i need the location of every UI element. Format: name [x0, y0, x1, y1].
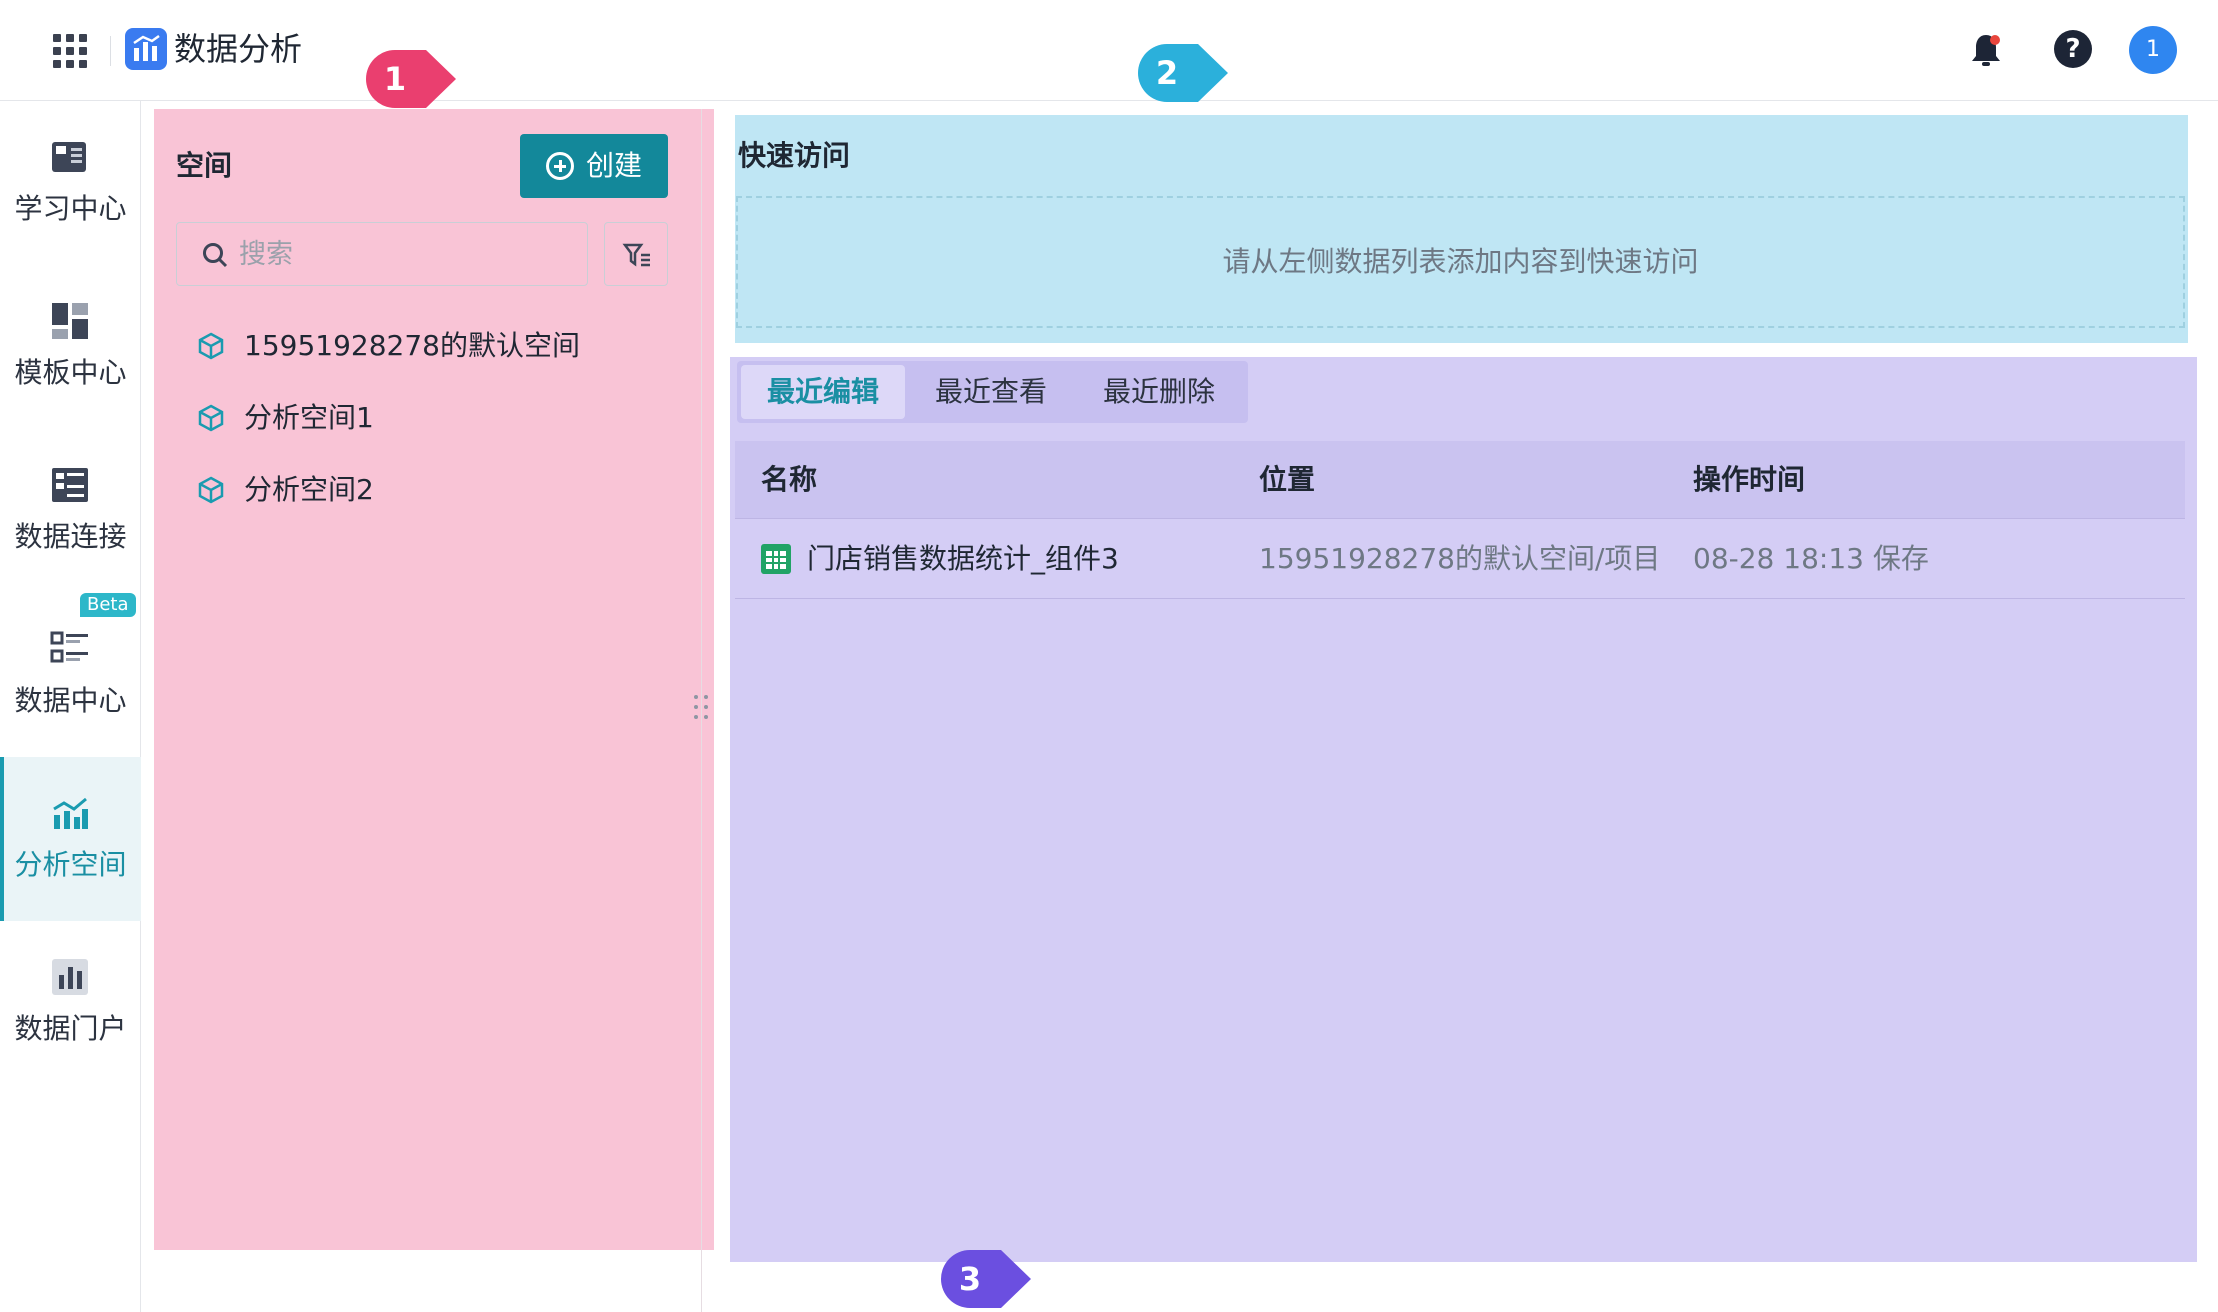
marker-2: 2 — [1138, 44, 1228, 102]
connection-icon — [52, 468, 88, 502]
analysis-space-icon — [53, 797, 88, 829]
notification-bell-icon[interactable] — [1966, 30, 2006, 70]
app-logo-icon — [125, 28, 167, 70]
plus-circle-icon — [546, 152, 574, 180]
app-grid-icon[interactable] — [53, 34, 87, 68]
app-title: 数据分析 — [174, 30, 303, 68]
filter-icon — [622, 243, 650, 267]
column-header-name[interactable]: 名称 — [761, 441, 817, 519]
marker-label: 3 — [958, 1260, 982, 1298]
portal-chart-icon — [52, 959, 88, 995]
tab-recent-delete[interactable]: 最近删除 — [1077, 365, 1241, 419]
search-box[interactable] — [176, 222, 588, 286]
table-row[interactable]: 门店销售数据统计_组件3 15951928278的默认空间/项目 08-28 1… — [735, 519, 2185, 599]
space-label: 15951928278的默认空间 — [244, 329, 580, 362]
column-header-time[interactable]: 操作时间 — [1693, 441, 1805, 519]
quick-access-empty-text: 请从左侧数据列表添加内容到快速访问 — [1222, 245, 1699, 278]
nav-label: 学习中心 — [14, 192, 127, 225]
search-icon — [203, 243, 228, 268]
nav-item-data-portal[interactable]: 数据门户 — [0, 921, 141, 1085]
cube-icon — [198, 404, 224, 432]
quick-access-title: 快速访问 — [738, 139, 851, 172]
nav-label: 模板中心 — [14, 356, 127, 389]
marker-3: 3 — [941, 1250, 1031, 1308]
nav-item-data-center[interactable]: Beta 数据中心 — [0, 593, 141, 757]
data-center-icon — [50, 631, 88, 663]
user-avatar[interactable]: 1 — [2129, 26, 2177, 74]
cell-location: 15951928278的默认空间/项目 — [1259, 542, 1661, 575]
create-button[interactable]: 创建 — [520, 134, 668, 198]
space-label: 分析空间1 — [244, 401, 374, 434]
left-nav: 学习中心 模板中心 数据连接 Beta 数据中心 分析空间 数据门户 — [0, 101, 141, 1312]
nav-label: 数据连接 — [14, 520, 127, 553]
nav-item-analysis-space[interactable]: 分析空间 — [0, 757, 141, 921]
marker-label: 2 — [1155, 54, 1179, 92]
resize-handle-icon[interactable] — [690, 692, 712, 722]
cube-icon — [198, 332, 224, 360]
spaces-title: 空间 — [176, 149, 233, 182]
space-label: 分析空间2 — [244, 473, 374, 506]
nav-label: 分析空间 — [14, 848, 127, 881]
filter-button[interactable] — [604, 222, 668, 286]
column-header-location[interactable]: 位置 — [1259, 441, 1315, 519]
spreadsheet-icon — [761, 544, 791, 574]
top-header: 数据分析 ? 1 — [0, 0, 2218, 101]
app-window: 数据分析 ? 1 学习中心 模板中心 数据连接 Beta 数据中心 分析空间 数… — [0, 0, 2218, 1312]
marker-1: 1 — [366, 50, 456, 108]
book-icon — [52, 142, 86, 172]
help-icon[interactable]: ? — [2054, 30, 2092, 68]
tab-recent-edit[interactable]: 最近编辑 — [741, 365, 905, 419]
cell-name[interactable]: 门店销售数据统计_组件3 — [807, 519, 1119, 599]
nav-item-template-center[interactable]: 模板中心 — [0, 265, 141, 429]
beta-badge: Beta — [80, 593, 136, 617]
header-divider — [110, 36, 111, 66]
nav-item-learning-center[interactable]: 学习中心 — [0, 101, 141, 265]
cell-time: 08-28 18:13 保存 — [1693, 542, 1929, 575]
table-header: 名称 位置 操作时间 — [735, 441, 2185, 519]
cube-icon — [198, 476, 224, 504]
nav-label: 数据门户 — [14, 1012, 127, 1045]
tab-recent-view[interactable]: 最近查看 — [909, 365, 1073, 419]
template-icon — [52, 303, 88, 339]
nav-label: 数据中心 — [14, 684, 127, 717]
create-label: 创建 — [586, 149, 643, 182]
nav-item-data-connection[interactable]: 数据连接 — [0, 429, 141, 593]
recent-tabs: 最近编辑 最近查看 最近删除 — [737, 361, 1248, 423]
marker-label: 1 — [383, 60, 407, 98]
search-input[interactable] — [239, 233, 569, 275]
